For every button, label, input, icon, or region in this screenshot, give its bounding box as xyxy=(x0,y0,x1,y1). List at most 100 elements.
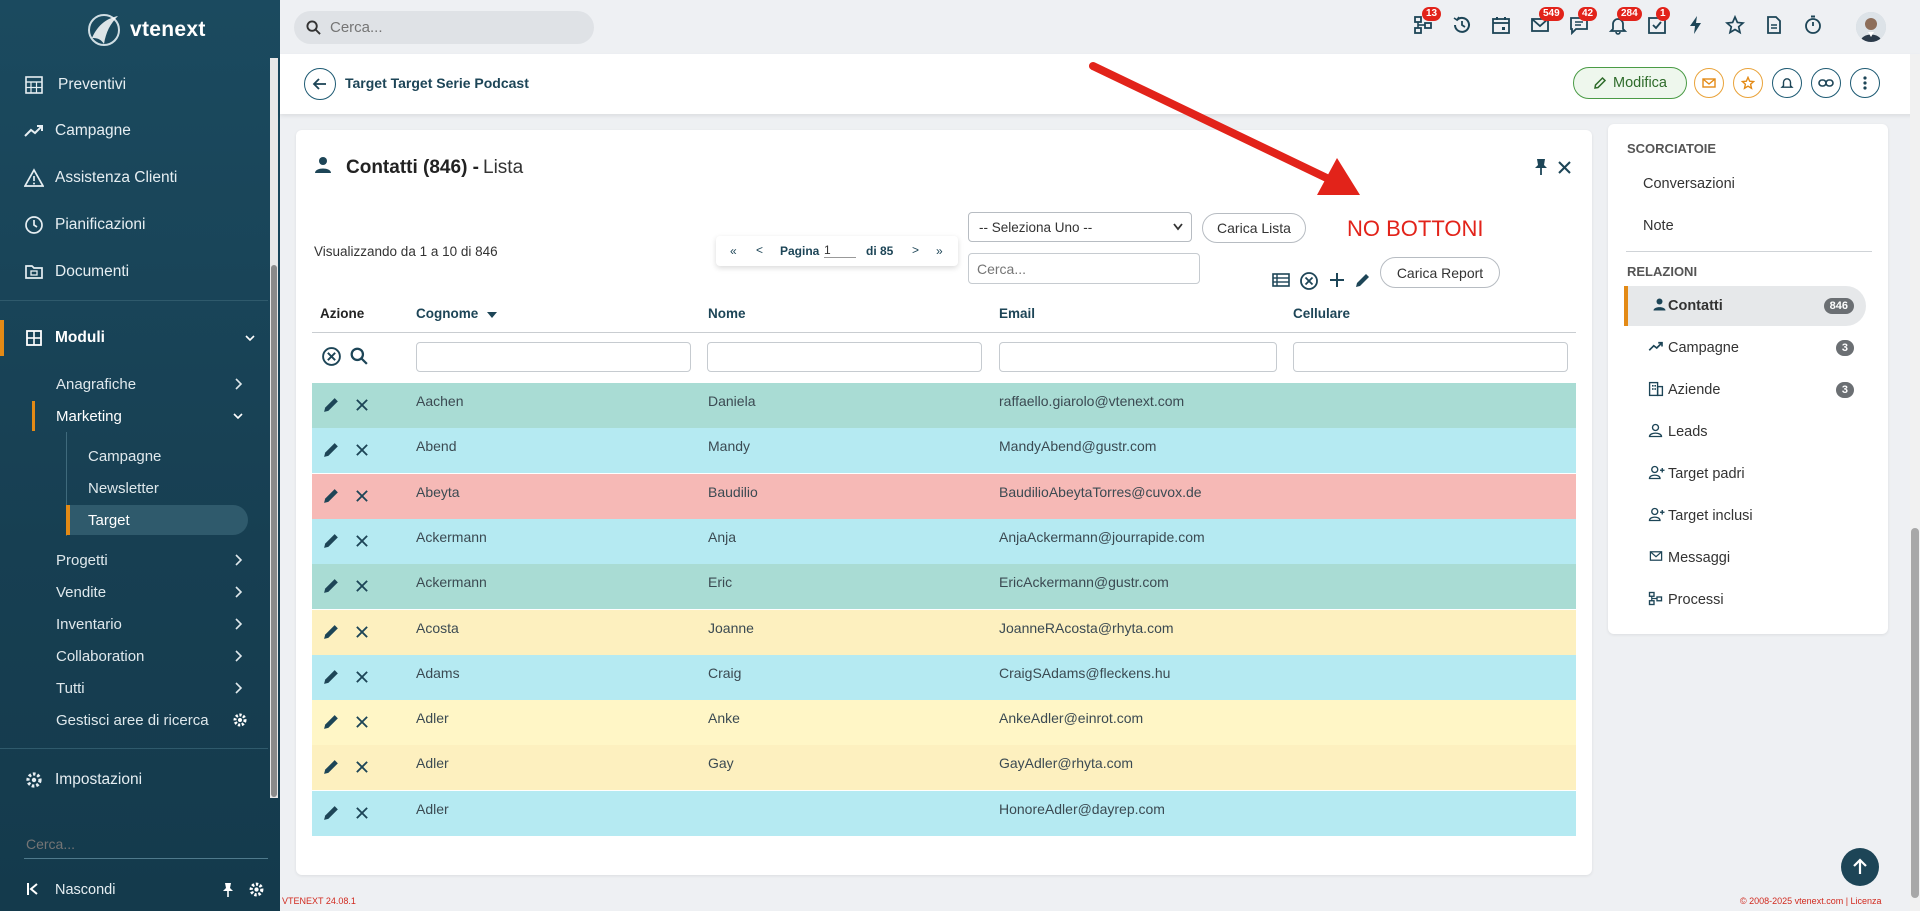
cell-name[interactable]: Eric xyxy=(708,574,732,590)
relation-item[interactable]: Leads xyxy=(1624,412,1866,452)
sidebar-scroll-thumb[interactable] xyxy=(271,265,277,797)
shortcut-note[interactable]: Note xyxy=(1643,218,1674,234)
back-button[interactable] xyxy=(304,68,336,100)
list-search-input[interactable] xyxy=(968,253,1200,284)
nav-impostazioni[interactable]: Impostazioni xyxy=(0,762,268,798)
table-row[interactable]: Abend Mandy MandyAbend@gustr.com xyxy=(312,428,1576,475)
cell-surname[interactable]: Ackermann xyxy=(416,574,487,590)
sub-collaboration[interactable]: Collaboration xyxy=(56,641,256,671)
cell-name[interactable]: Gay xyxy=(708,755,734,771)
edit-row-icon[interactable] xyxy=(322,440,341,459)
header-mobile[interactable]: Cellulare xyxy=(1293,306,1350,321)
pager-first[interactable]: « xyxy=(730,244,737,258)
cell-name[interactable]: Joanne xyxy=(708,620,754,636)
cell-surname[interactable]: Abeyta xyxy=(416,484,460,500)
tasks-icon[interactable]: 1 xyxy=(1647,7,1670,37)
global-search[interactable] xyxy=(294,11,594,44)
delete-row-icon[interactable] xyxy=(355,579,369,593)
history-icon[interactable] xyxy=(1452,15,1474,37)
timer-icon[interactable] xyxy=(1803,15,1825,37)
email-button[interactable] xyxy=(1694,68,1724,98)
nav-preventivi[interactable]: Preventivi xyxy=(0,67,268,103)
delete-row-icon[interactable] xyxy=(355,443,369,457)
delete-row-icon[interactable] xyxy=(355,670,369,684)
sub-vendite[interactable]: Vendite xyxy=(56,577,256,607)
table-row[interactable]: Adams Craig CraigSAdams@fleckens.hu xyxy=(312,654,1576,701)
list-view-icon[interactable] xyxy=(1272,272,1290,288)
table-row[interactable]: Acosta Joanne JoanneRAcosta@rhyta.com xyxy=(312,609,1576,656)
page-input[interactable]: 1 xyxy=(824,243,856,258)
cell-email[interactable]: raffaello.giarolo@vtenext.com xyxy=(999,393,1184,409)
shortcut-conversazioni[interactable]: Conversazioni xyxy=(1643,176,1735,192)
cell-name[interactable]: Mandy xyxy=(708,438,750,454)
clear-filters-icon[interactable] xyxy=(321,346,342,367)
header-surname[interactable]: Cognome xyxy=(416,306,478,321)
edit-row-icon[interactable] xyxy=(322,395,341,414)
cell-name[interactable]: Baudilio xyxy=(708,484,758,500)
copyright-text[interactable]: © 2008-2025 vtenext.com | Licenza xyxy=(1740,896,1882,906)
cell-email[interactable]: MandyAbend@gustr.com xyxy=(999,438,1156,454)
table-row[interactable]: Ackermann Anja AnjaAckermann@jourrapide.co… xyxy=(312,518,1576,565)
relation-item[interactable]: Aziende 3 xyxy=(1624,370,1866,410)
sub-campagne[interactable]: Campagne xyxy=(66,441,248,471)
sidebar-search-input[interactable] xyxy=(24,830,268,859)
delete-row-icon[interactable] xyxy=(355,398,369,412)
filter-mobile-input[interactable] xyxy=(1293,342,1568,372)
nav-assistenza-clienti[interactable]: Assistenza Clienti xyxy=(0,160,268,196)
relation-item[interactable]: Target inclusi xyxy=(1624,496,1866,536)
close-icon[interactable] xyxy=(1557,160,1572,175)
delete-row-icon[interactable] xyxy=(355,625,369,639)
notify-button[interactable] xyxy=(1772,68,1802,98)
cell-email[interactable]: BaudilioAbeytaTorres@cuvox.de xyxy=(999,484,1202,500)
relation-item[interactable]: Messaggi xyxy=(1624,538,1866,578)
sub-marketing[interactable]: Marketing xyxy=(32,401,256,431)
cell-surname[interactable]: Adler xyxy=(416,710,449,726)
sub-gestisci-aree[interactable]: Gestisci aree di ricerca xyxy=(56,705,256,735)
load-report-button[interactable]: Carica Report xyxy=(1380,257,1500,288)
relation-item[interactable]: Contatti 846 xyxy=(1624,286,1866,326)
pager-prev[interactable]: < xyxy=(756,243,763,257)
table-row[interactable]: Adler Gay GayAdler@rhyta.com xyxy=(312,745,1576,792)
sub-progetti[interactable]: Progetti xyxy=(56,545,256,575)
pencil-icon[interactable] xyxy=(1354,271,1372,289)
delete-row-icon[interactable] xyxy=(355,715,369,729)
pin-icon[interactable] xyxy=(1533,158,1549,176)
sub-tutti[interactable]: Tutti xyxy=(56,673,256,703)
mail-icon[interactable]: 549 xyxy=(1530,7,1564,37)
more-button[interactable] xyxy=(1850,68,1880,98)
edit-row-icon[interactable] xyxy=(322,803,341,822)
chat-icon[interactable]: 42 xyxy=(1569,7,1598,37)
edit-row-icon[interactable] xyxy=(322,486,341,505)
cell-name[interactable]: Craig xyxy=(708,665,741,681)
logo[interactable]: vtenext xyxy=(84,8,206,52)
delete-row-icon[interactable] xyxy=(355,760,369,774)
cell-email[interactable]: CraigSAdams@fleckens.hu xyxy=(999,665,1170,681)
delete-row-icon[interactable] xyxy=(355,534,369,548)
edit-button[interactable]: Modifica xyxy=(1573,67,1687,99)
sub-target[interactable]: Target xyxy=(66,505,248,535)
list-select[interactable]: -- Seleziona Uno -- xyxy=(968,212,1192,242)
nav-documenti[interactable]: Documenti xyxy=(0,254,268,290)
pager-next[interactable]: > xyxy=(912,243,919,257)
filter-email-input[interactable] xyxy=(999,342,1277,372)
processes-icon[interactable]: 13 xyxy=(1413,7,1442,37)
cell-email[interactable]: HonoreAdler@dayrep.com xyxy=(999,801,1165,817)
edit-row-icon[interactable] xyxy=(322,531,341,550)
nav-pianificazioni[interactable]: Pianificazioni xyxy=(0,207,268,243)
delete-row-icon[interactable] xyxy=(355,806,369,820)
nav-campagne[interactable]: Campagne xyxy=(0,113,268,149)
cell-email[interactable]: AnjaAckermann@jourrapide.com xyxy=(999,529,1205,545)
table-row[interactable]: Aachen Daniela raffaello.giarolo@vtenext.c… xyxy=(312,383,1576,429)
cell-surname[interactable]: Adler xyxy=(416,801,449,817)
relation-item[interactable]: Campagne 3 xyxy=(1624,328,1866,368)
table-row[interactable]: Adler Anke AnkeAdler@einrot.com xyxy=(312,700,1576,747)
filter-surname-input[interactable] xyxy=(416,342,691,372)
star-icon[interactable] xyxy=(1725,15,1747,37)
delete-row-icon[interactable] xyxy=(355,489,369,503)
cell-email[interactable]: JoanneRAcosta@rhyta.com xyxy=(999,620,1174,636)
sub-newsletter[interactable]: Newsletter xyxy=(66,473,248,503)
plus-icon[interactable] xyxy=(1328,271,1346,289)
cell-surname[interactable]: Adler xyxy=(416,755,449,771)
edit-row-icon[interactable] xyxy=(322,712,341,731)
load-list-button[interactable]: Carica Lista xyxy=(1202,213,1306,243)
